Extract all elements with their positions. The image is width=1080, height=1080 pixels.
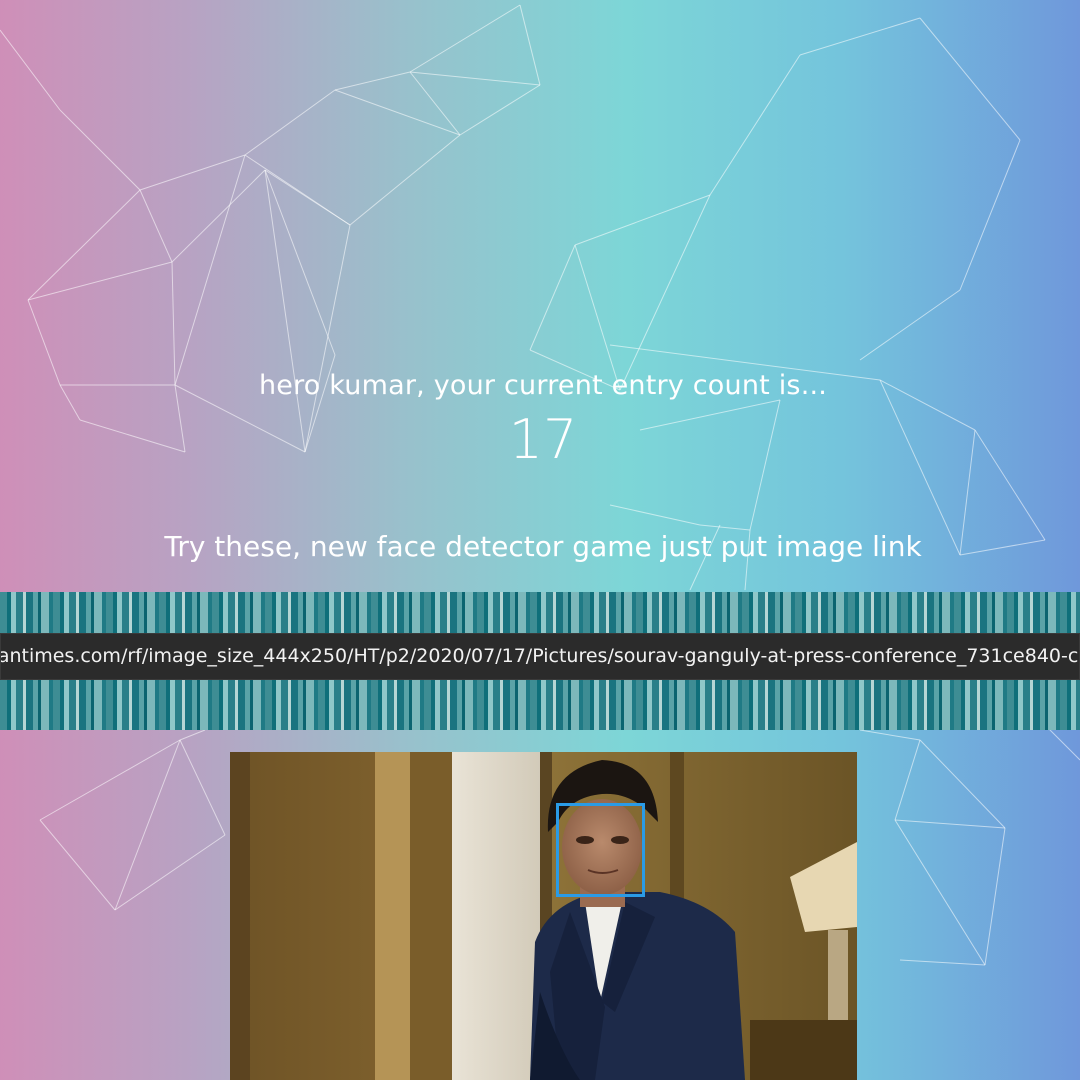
image-link-input[interactable]: hindustantimes.com/rf/image_size_444x250… [0, 633, 1080, 680]
analyzed-photo [230, 752, 857, 1080]
entry-count-value: 17 [508, 408, 578, 471]
image-link-value: hindustantimes.com/rf/image_size_444x250… [0, 645, 1080, 667]
entry-count-greeting: hero kumar, your current entry count is.… [258, 370, 828, 401]
face-detector-prompt: Try these, new face detector game just p… [164, 530, 922, 563]
detected-face-box [556, 803, 645, 897]
input-decorative-band-top [0, 592, 1080, 633]
input-decorative-band-bottom [0, 680, 1080, 730]
face-detection-result-image [230, 752, 857, 1080]
